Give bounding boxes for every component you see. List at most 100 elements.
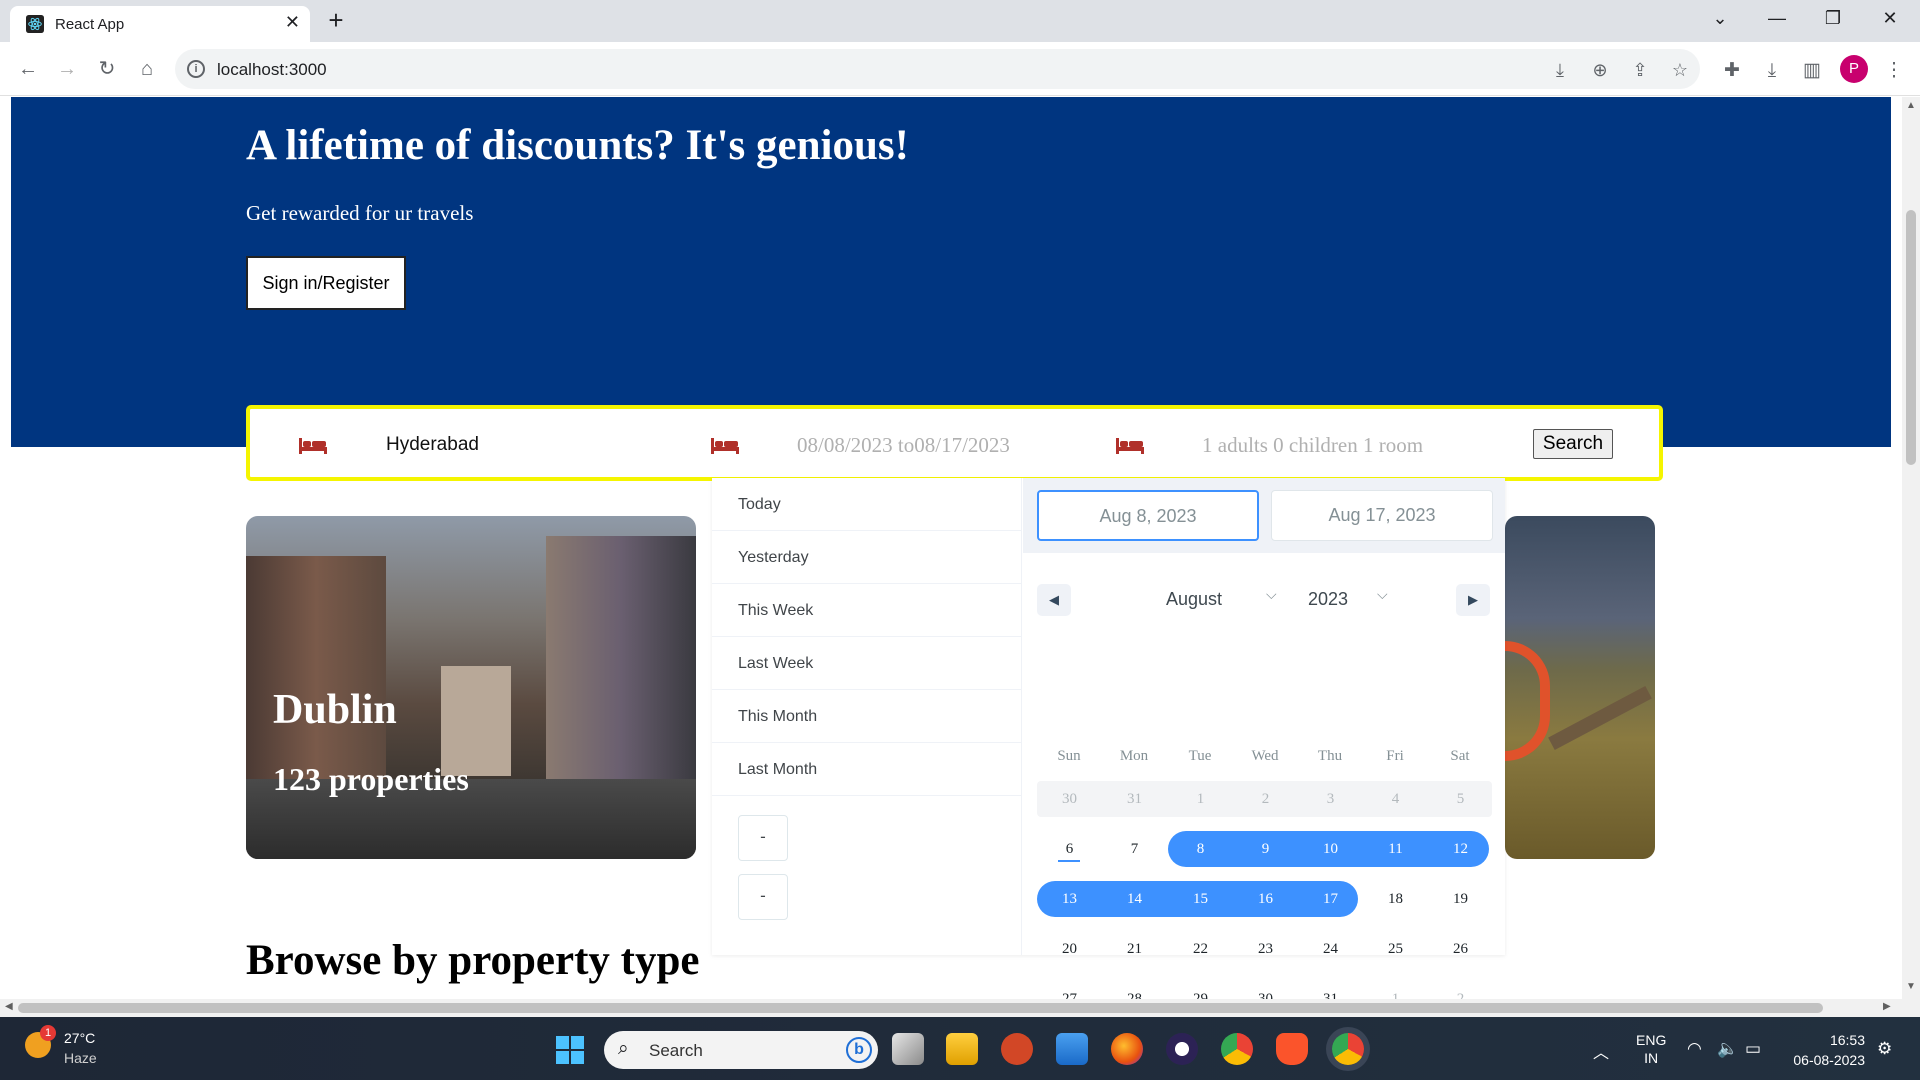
- property-card-coast[interactable]: [1505, 516, 1655, 859]
- calendar-day[interactable]: 31: [1102, 781, 1167, 817]
- scroll-up-icon[interactable]: ▲: [1906, 100, 1916, 111]
- range-today[interactable]: Today: [712, 478, 1022, 531]
- calendar-day[interactable]: 6: [1037, 831, 1102, 867]
- side-panel-icon[interactable]: ▥: [1799, 59, 1825, 85]
- calendar-day[interactable]: 8: [1168, 831, 1233, 867]
- calendar-day[interactable]: 17: [1298, 881, 1363, 917]
- calendar-day[interactable]: 19: [1428, 881, 1493, 917]
- search-button[interactable]: Search: [1533, 429, 1613, 459]
- calendar-day[interactable]: 7: [1102, 831, 1167, 867]
- range-this-week[interactable]: This Week: [712, 584, 1022, 637]
- back-icon[interactable]: ←: [13, 54, 43, 84]
- month-chevron-down-icon[interactable]: ⌵: [1266, 586, 1277, 603]
- year-select[interactable]: 2023: [1308, 589, 1348, 610]
- notifications-icon[interactable]: ⚙: [1877, 1039, 1892, 1059]
- horizontal-scrollbar[interactable]: ◀ ▶: [0, 999, 1920, 1017]
- vertical-scrollbar[interactable]: ▲ ▼: [1902, 97, 1920, 999]
- calendar-day[interactable]: 9: [1233, 831, 1298, 867]
- calendar-day[interactable]: 28: [1102, 981, 1167, 999]
- tab-search-chevron-icon[interactable]: ⌄: [1700, 8, 1740, 29]
- range-yesterday[interactable]: Yesterday: [712, 531, 1022, 584]
- scroll-left-icon[interactable]: ◀: [5, 1001, 13, 1012]
- browser-tab[interactable]: React App ✕: [10, 6, 310, 42]
- guests-field[interactable]: 1 adults 0 children 1 room: [1202, 433, 1423, 458]
- chrome-profile-icon[interactable]: [1332, 1033, 1364, 1065]
- close-tab-icon[interactable]: ✕: [285, 12, 300, 33]
- calendar-day[interactable]: 11: [1363, 831, 1428, 867]
- calendar-day[interactable]: 31: [1298, 981, 1363, 999]
- range-this-month[interactable]: This Month: [712, 690, 1022, 743]
- calendar-day[interactable]: 14: [1102, 881, 1167, 917]
- calendar-day[interactable]: 21: [1102, 931, 1167, 967]
- scroll-right-icon[interactable]: ▶: [1883, 1001, 1891, 1012]
- downloads-icon[interactable]: ⤓: [1759, 59, 1785, 85]
- calendar-day[interactable]: 16: [1233, 881, 1298, 917]
- next-month-button[interactable]: ▶: [1456, 584, 1490, 616]
- calendar-day[interactable]: 4: [1363, 781, 1428, 817]
- range-last-month[interactable]: Last Month: [712, 743, 1022, 796]
- calendar-day[interactable]: 18: [1363, 881, 1428, 917]
- url-text[interactable]: localhost:3000: [217, 60, 327, 80]
- calendar-day[interactable]: 25: [1363, 931, 1428, 967]
- date-range-field[interactable]: 08/08/2023 to08/17/2023: [797, 433, 1010, 458]
- menu-kebab-icon[interactable]: ⋮: [1881, 59, 1907, 85]
- file-explorer-icon[interactable]: [946, 1033, 978, 1065]
- calendar-day[interactable]: 5: [1428, 781, 1493, 817]
- calendar-day[interactable]: 30: [1233, 981, 1298, 999]
- signin-register-button[interactable]: Sign in/Register: [246, 256, 406, 310]
- brave-icon[interactable]: [1276, 1033, 1308, 1065]
- address-bar[interactable]: i localhost:3000 ⤓ ⊕ ⇪ ☆: [175, 49, 1700, 89]
- range-last-week[interactable]: Last Week: [712, 637, 1022, 690]
- calendar-day[interactable]: 24: [1298, 931, 1363, 967]
- calendar-day[interactable]: 27: [1037, 981, 1102, 999]
- bing-icon[interactable]: b: [846, 1037, 872, 1063]
- days-starting-today-input[interactable]: -: [738, 874, 788, 920]
- profile-avatar[interactable]: P: [1840, 55, 1868, 83]
- calendar-day[interactable]: 22: [1168, 931, 1233, 967]
- bookmark-star-icon[interactable]: ☆: [1668, 59, 1692, 83]
- install-app-icon[interactable]: ⤓: [1548, 59, 1572, 83]
- start-date-input[interactable]: Aug 8, 2023: [1037, 490, 1259, 541]
- end-date-input[interactable]: Aug 17, 2023: [1271, 490, 1493, 541]
- firefox-icon[interactable]: [1111, 1033, 1143, 1065]
- calendar-day[interactable]: 23: [1233, 931, 1298, 967]
- destination-input[interactable]: Hyderabad: [386, 434, 479, 456]
- prev-month-button[interactable]: ◀: [1037, 584, 1071, 616]
- tray-overflow-chevron-icon[interactable]: ︿: [1593, 1039, 1609, 1063]
- property-card-dublin[interactable]: Dublin 123 properties: [246, 516, 696, 859]
- calendar-day[interactable]: 26: [1428, 931, 1493, 967]
- chrome-icon[interactable]: [1221, 1033, 1253, 1065]
- weather-description[interactable]: Haze: [64, 1050, 97, 1066]
- weather-temperature[interactable]: 27°C: [64, 1030, 95, 1046]
- zoom-icon[interactable]: ⊕: [1588, 59, 1612, 83]
- eclipse-icon[interactable]: [1166, 1033, 1198, 1065]
- calendar-day[interactable]: 15: [1168, 881, 1233, 917]
- calendar-day[interactable]: 13: [1037, 881, 1102, 917]
- site-info-icon[interactable]: i: [187, 60, 205, 78]
- extensions-icon[interactable]: ✚: [1719, 59, 1745, 85]
- start-windows-icon[interactable]: [556, 1036, 584, 1064]
- input-language[interactable]: ENG IN: [1636, 1031, 1666, 1067]
- volume-icon[interactable]: 🔈: [1717, 1039, 1738, 1059]
- vertical-scroll-thumb[interactable]: [1906, 210, 1916, 465]
- forward-icon[interactable]: →: [52, 54, 82, 84]
- calendar-day[interactable]: 20: [1037, 931, 1102, 967]
- calendar-day[interactable]: 30: [1037, 781, 1102, 817]
- mail-icon[interactable]: [1056, 1033, 1088, 1065]
- wifi-icon[interactable]: ◠: [1687, 1039, 1702, 1059]
- new-tab-button[interactable]: +: [318, 6, 354, 36]
- calendar-day[interactable]: 1: [1168, 781, 1233, 817]
- calendar-day[interactable]: 10: [1298, 831, 1363, 867]
- home-icon[interactable]: ⌂: [132, 54, 162, 84]
- taskbar-search-box[interactable]: ⌕ Search b: [604, 1031, 878, 1069]
- minimize-icon[interactable]: —: [1757, 8, 1797, 29]
- calendar-day[interactable]: 2: [1233, 781, 1298, 817]
- close-window-icon[interactable]: ✕: [1870, 8, 1910, 29]
- task-view-icon[interactable]: [892, 1033, 924, 1065]
- restore-icon[interactable]: ❐: [1813, 8, 1853, 29]
- battery-icon[interactable]: ▭: [1745, 1039, 1761, 1059]
- month-select[interactable]: August: [1166, 589, 1222, 610]
- days-up-to-today-input[interactable]: -: [738, 815, 788, 861]
- calendar-day[interactable]: 2: [1428, 981, 1493, 999]
- share-icon[interactable]: ⇪: [1628, 59, 1652, 83]
